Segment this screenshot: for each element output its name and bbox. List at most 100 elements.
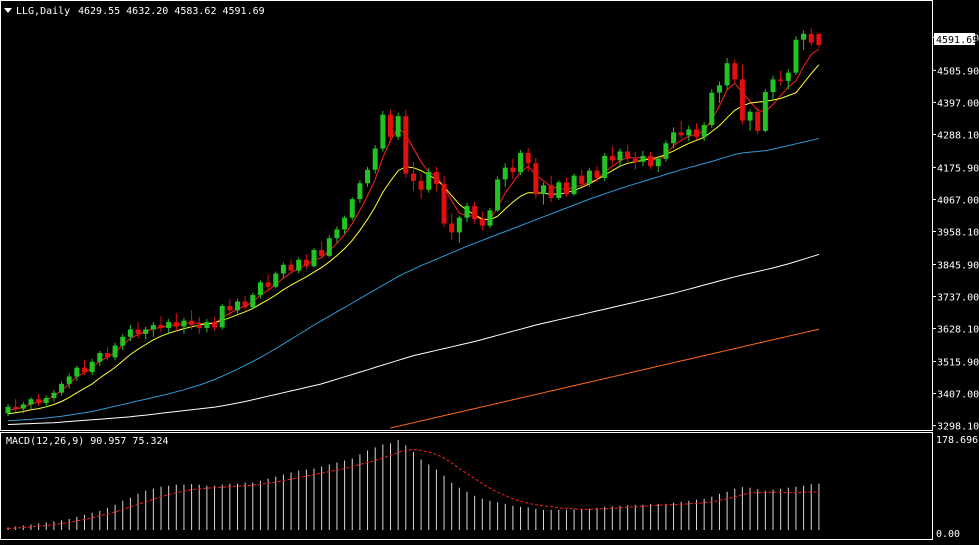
candle-body [533,163,539,195]
candle-body [410,173,416,181]
price-tick-label: 3407.00 [937,390,979,401]
candle-body [808,33,814,43]
candle-body [563,182,569,195]
candle-body [66,376,72,384]
candle-body [801,33,807,40]
candle-body [82,367,87,373]
price-chart[interactable]: 4618.104505.904397.004288.104175.904067.… [0,0,979,541]
candle-body [579,175,585,184]
candle-body [273,273,279,287]
candle-body [365,169,371,184]
candle-body [732,63,738,80]
candle-body [104,352,110,358]
candle-body [426,172,432,190]
candle-body [127,329,133,337]
candle-body [456,217,462,233]
candle-body [326,238,332,256]
candle-body [189,320,195,326]
candle-body [97,352,103,362]
candle-body [43,397,49,403]
candle-body [112,345,118,358]
candle-body [716,85,722,93]
candle-body [739,79,745,121]
triangle-down-icon[interactable] [4,8,12,13]
candle-body [59,383,65,393]
candle-body [433,172,439,184]
candle-body [120,336,126,346]
candle-body [181,320,187,327]
price-tick-label: 4505.90 [937,66,979,77]
candle-body [342,217,348,230]
price-tick-label: 3298.10 [937,422,979,433]
candle-body [135,329,141,334]
ma-line-ma-mid [7,64,820,415]
candle-body [196,325,202,328]
candle-body [51,392,57,398]
candle-body [686,129,692,136]
chart-canvas[interactable]: 4618.104505.904397.004288.104175.904067.… [0,0,979,541]
candle-body [296,259,302,271]
candle-body [762,92,768,131]
candle-body [441,183,447,224]
candle-body [472,205,478,220]
candle-body [602,155,608,178]
candle-body [418,180,424,190]
candle-body [334,229,340,239]
candle-body [724,63,730,86]
candle-body [219,305,225,328]
candle-body [586,170,592,184]
price-tick-label: 4288.10 [937,130,979,141]
candle-body [158,325,164,328]
candle-body [212,322,218,328]
candle-body [648,155,654,167]
price-tick-label: 4175.90 [937,163,979,174]
candle-body [303,259,309,267]
candle-body [816,33,822,46]
candle-body [388,114,393,137]
macd-histogram [7,440,820,530]
candle-body [525,152,531,164]
candle-body [510,167,516,173]
candle-body [571,175,577,195]
candle-body [556,182,562,198]
candle-body [487,210,493,226]
candle-body [13,406,19,409]
candle-body [372,148,378,170]
candle-body [319,250,325,256]
candle-body [518,152,524,173]
candle-body [288,264,294,271]
candle-body [778,79,784,81]
moving-averages [7,48,820,429]
candle-body [609,155,615,161]
candle-body [663,143,669,159]
candle-body [28,399,34,405]
candle-body [464,205,470,218]
ma-line-ma-200 [390,328,820,429]
candle-body [655,158,661,167]
candle-body [349,199,355,218]
candle-body [479,219,485,226]
candle-body [449,223,455,233]
candle-body [671,132,677,144]
price-tick-label: 3515.90 [937,358,979,369]
candle-body [770,79,776,93]
price-tick-label: 4067.00 [937,195,979,206]
candle-body [502,167,508,180]
candle-body [235,301,240,311]
candle-body [311,250,317,267]
candle-body [785,72,791,81]
candle-body [5,406,11,414]
price-tick-label: 3958.10 [937,227,979,238]
candle-body [755,111,761,131]
candle-body [36,399,42,403]
candle-body [150,325,156,330]
candle-body [678,132,684,136]
candle-body [173,322,179,327]
candle-body [74,367,80,377]
candle-body [395,116,401,137]
current-price-label: 4591.69 [936,35,978,46]
candle-body [357,183,363,200]
candle-body [701,125,707,137]
candle-body [495,179,501,211]
candle-body [640,155,646,162]
